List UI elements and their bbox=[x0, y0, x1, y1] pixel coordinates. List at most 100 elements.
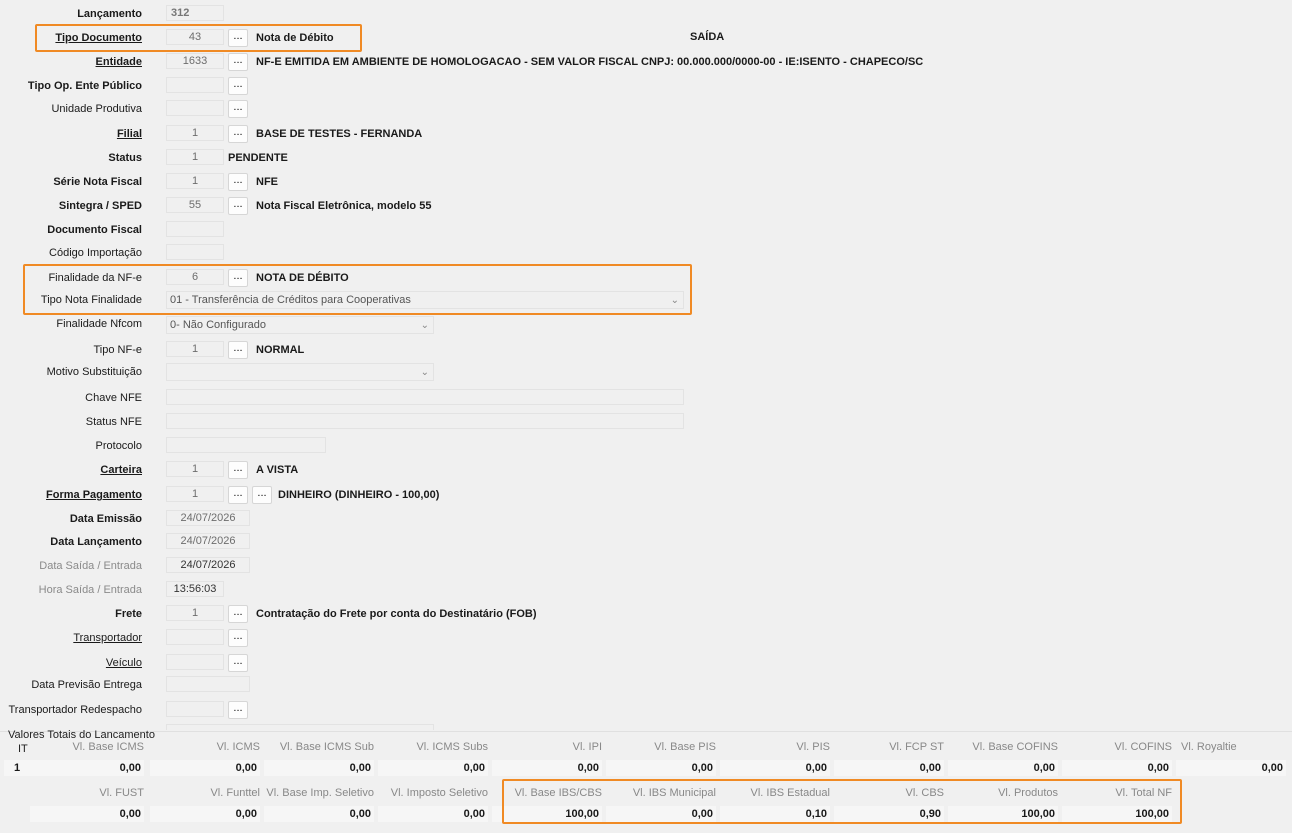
serie-nota-fiscal-desc: NFE bbox=[256, 176, 278, 188]
finalidade-nfe-label: Finalidade da NF-e bbox=[48, 272, 142, 284]
finalidade-nfe-desc: NOTA DE DÉBITO bbox=[256, 272, 349, 284]
tipo-documento-label[interactable]: Tipo Documento bbox=[55, 32, 142, 44]
totals-row1-value-0: 0,00 bbox=[30, 760, 144, 776]
totals-row1-value-2: 0,00 bbox=[264, 760, 374, 776]
totals-row2-value-4: 100,00 bbox=[492, 806, 602, 822]
totals-row2-header-7: Vl. CBS bbox=[905, 787, 944, 799]
totals-row1-header-1: Vl. ICMS bbox=[216, 741, 260, 753]
unidade-produtiva-field[interactable] bbox=[166, 100, 224, 116]
tipo-op-ente-publico-lookup-button[interactable]: ... bbox=[228, 77, 248, 95]
unidade-produtiva-label: Unidade Produtiva bbox=[51, 103, 142, 115]
data-previsao-entrega-field[interactable] bbox=[166, 676, 250, 692]
totals-row1-value-9: 0,00 bbox=[1062, 760, 1172, 776]
filial-field[interactable]: 1 bbox=[166, 125, 224, 141]
lancamento-field[interactable]: 312 bbox=[166, 5, 224, 21]
forma-pagamento-detail-button[interactable]: ... bbox=[252, 486, 272, 504]
tipo-nfe-desc: NORMAL bbox=[256, 344, 305, 356]
status-field: 1 bbox=[166, 149, 224, 165]
motivo-substituicao-select[interactable]: ⌄ bbox=[166, 363, 434, 381]
filial-label[interactable]: Filial bbox=[117, 128, 142, 140]
entidade-desc: NF-E EMITIDA EM AMBIENTE DE HOMOLOGACAO … bbox=[256, 56, 924, 68]
serie-nota-fiscal-lookup-button[interactable]: ... bbox=[228, 173, 248, 191]
transportador-redespacho-label: Transportador Redespacho bbox=[8, 704, 142, 716]
totals-row1-header-4: Vl. IPI bbox=[572, 741, 602, 753]
tipo-nota-finalidade-select[interactable]: 01 - Transferência de Créditos para Coop… bbox=[166, 291, 684, 309]
totals-row2-value-0: 0,00 bbox=[30, 806, 144, 822]
carteira-desc: A VISTA bbox=[256, 464, 299, 476]
serie-nota-fiscal-label: Série Nota Fiscal bbox=[53, 176, 142, 188]
carteira-label[interactable]: Carteira bbox=[100, 464, 142, 476]
tipo-nfe-field[interactable]: 1 bbox=[166, 341, 224, 357]
totals-row2-header-1: Vl. Funttel bbox=[210, 787, 260, 799]
totals-row1-header-3: Vl. ICMS Subs bbox=[416, 741, 488, 753]
transportador-lookup-button[interactable]: ... bbox=[228, 629, 248, 647]
carteira-field[interactable]: 1 bbox=[166, 461, 224, 477]
totals-row2-header-5: Vl. IBS Municipal bbox=[632, 787, 716, 799]
totals-row1-value-1: 0,00 bbox=[150, 760, 260, 776]
entidade-lookup-button[interactable]: ... bbox=[228, 53, 248, 71]
unidade-produtiva-lookup-button[interactable]: ... bbox=[228, 100, 248, 118]
totals-row1-header-0: Vl. Base ICMS bbox=[72, 741, 144, 753]
tipo-documento-desc: Nota de Débito bbox=[256, 32, 334, 44]
totals-row1-header-9: Vl. COFINS bbox=[1114, 741, 1172, 753]
veiculo-lookup-button[interactable]: ... bbox=[228, 654, 248, 672]
data-previsao-entrega-label: Data Previsão Entrega bbox=[31, 679, 142, 691]
hora-saida-entrada-field[interactable]: 13:56:03 bbox=[166, 581, 224, 597]
frete-lookup-button[interactable]: ... bbox=[228, 605, 248, 623]
forma-pagamento-lookup-button[interactable]: ... bbox=[228, 486, 248, 504]
transportador-field[interactable] bbox=[166, 629, 224, 645]
entidade-label[interactable]: Entidade bbox=[96, 56, 142, 68]
serie-nota-fiscal-field[interactable]: 1 bbox=[166, 173, 224, 189]
tipo-op-ente-publico-label: Tipo Op. Ente Público bbox=[27, 80, 142, 92]
chevron-down-icon: ⌄ bbox=[420, 367, 429, 378]
documento-fiscal-field[interactable] bbox=[166, 221, 224, 237]
forma-pagamento-label[interactable]: Forma Pagamento bbox=[46, 489, 142, 501]
totals-row2-value-9: 100,00 bbox=[1062, 806, 1172, 822]
data-emissao-field[interactable]: 24/07/2026 bbox=[166, 510, 250, 526]
sintegra-sped-lookup-button[interactable]: ... bbox=[228, 197, 248, 215]
frete-field[interactable]: 1 bbox=[166, 605, 224, 621]
totals-row2-header-8: Vl. Produtos bbox=[998, 787, 1058, 799]
documento-fiscal-label: Documento Fiscal bbox=[47, 224, 142, 236]
tipo-nfe-lookup-button[interactable]: ... bbox=[228, 341, 248, 359]
data-saida-entrada-field[interactable]: 24/07/2026 bbox=[166, 557, 250, 573]
tipo-documento-field[interactable]: 43 bbox=[166, 29, 224, 45]
entidade-field[interactable]: 1633 bbox=[166, 53, 224, 69]
filial-lookup-button[interactable]: ... bbox=[228, 125, 248, 143]
protocolo-field[interactable] bbox=[166, 437, 326, 453]
protocolo-label: Protocolo bbox=[95, 440, 142, 452]
sintegra-sped-field[interactable]: 55 bbox=[166, 197, 224, 213]
chave-nfe-field[interactable] bbox=[166, 389, 684, 405]
chevron-down-icon: ⌄ bbox=[670, 295, 679, 306]
transportador-redespacho-lookup-button[interactable]: ... bbox=[228, 701, 248, 719]
status-label: Status bbox=[108, 152, 142, 164]
totals-row2-value-2: 0,00 bbox=[264, 806, 374, 822]
veiculo-field[interactable] bbox=[166, 654, 224, 670]
veiculo-label[interactable]: Veículo bbox=[106, 657, 142, 669]
tipo-op-ente-publico-field[interactable] bbox=[166, 77, 224, 93]
totals-row2-header-6: Vl. IBS Estadual bbox=[750, 787, 831, 799]
status-nfe-field[interactable] bbox=[166, 413, 684, 429]
data-lancamento-field[interactable]: 24/07/2026 bbox=[166, 533, 250, 549]
tipo-documento-lookup-button[interactable]: ... bbox=[228, 29, 248, 47]
finalidade-nfe-field[interactable]: 6 bbox=[166, 269, 224, 285]
finalidade-nfcom-select[interactable]: 0- Não Configurado ⌄ bbox=[166, 316, 434, 334]
finalidade-nfe-lookup-button[interactable]: ... bbox=[228, 269, 248, 287]
transportador-redespacho-field[interactable] bbox=[166, 701, 224, 717]
codigo-importacao-field[interactable] bbox=[166, 244, 224, 260]
totals-row1-header-5: Vl. Base PIS bbox=[654, 741, 716, 753]
data-emissao-label: Data Emissão bbox=[69, 513, 142, 525]
totals-row1-value-3: 0,00 bbox=[378, 760, 488, 776]
carteira-lookup-button[interactable]: ... bbox=[228, 461, 248, 479]
totals-row1-header-6: Vl. PIS bbox=[796, 741, 830, 753]
totals-row2-header-2: Vl. Base Imp. Seletivo bbox=[266, 787, 374, 799]
totals-row2-header-0: Vl. FUST bbox=[99, 787, 144, 799]
totals-row2-header-9: Vl. Total NF bbox=[1115, 787, 1172, 799]
codigo-importacao-label: Código Importação bbox=[49, 247, 142, 259]
motivo-substituicao-label: Motivo Substituição bbox=[46, 366, 142, 378]
tipo-nfe-label: Tipo NF-e bbox=[93, 344, 143, 356]
forma-pagamento-field[interactable]: 1 bbox=[166, 486, 224, 502]
totals-row2-value-1: 0,00 bbox=[150, 806, 260, 822]
transportador-label[interactable]: Transportador bbox=[73, 632, 142, 644]
totals-section-title: Valores Totais do Lancamento bbox=[8, 729, 155, 741]
